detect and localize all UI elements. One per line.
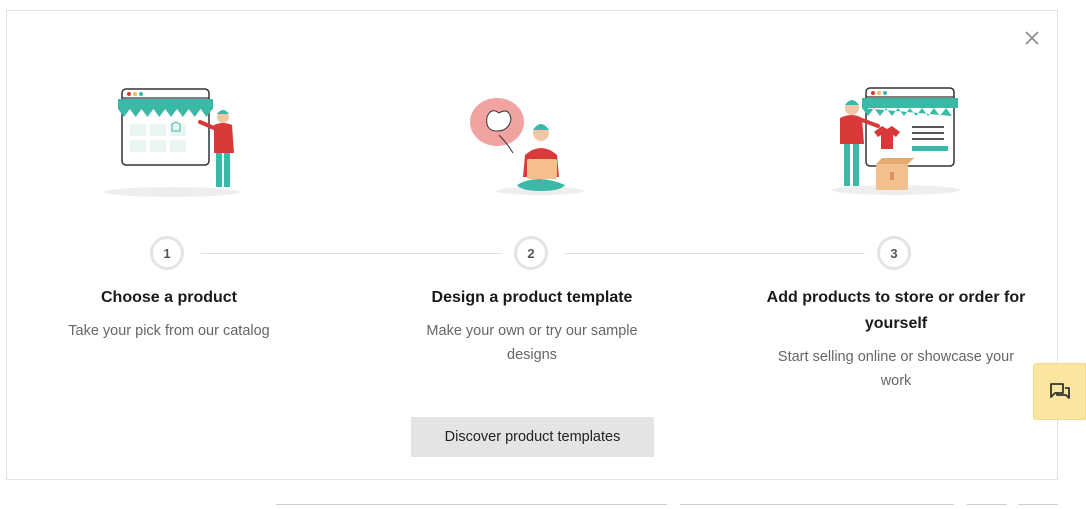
step-number-3: 3: [877, 236, 911, 270]
bottom-input-edge: [276, 504, 667, 509]
choose-product-illustration: [104, 88, 240, 197]
design-template-illustration: [470, 98, 584, 195]
step-description: Start selling online or showcase your wo…: [777, 349, 1015, 389]
chat-button[interactable]: [1033, 363, 1086, 420]
bottom-button-edge: [1018, 504, 1058, 509]
step-connector: [565, 253, 865, 254]
close-icon[interactable]: [1022, 28, 1042, 48]
chat-icon: [1049, 382, 1070, 399]
discover-product-templates-button[interactable]: Discover product templates: [411, 417, 654, 457]
step-description: Take your pick from our catalog: [68, 323, 270, 339]
step-title: Choose a product: [100, 289, 237, 306]
step-connector: [201, 253, 502, 254]
step-title: Add products to store or order for yours…: [766, 289, 1026, 332]
add-to-store-illustration: [832, 87, 960, 195]
bottom-input-edge: [680, 504, 954, 509]
bottom-button-edge: [967, 504, 1007, 509]
step-number-1: 1: [150, 236, 184, 270]
step-title: Design a product template: [431, 289, 633, 306]
step-number-2: 2: [514, 236, 548, 270]
step-description: Make your own or try our sample designs: [426, 323, 638, 363]
